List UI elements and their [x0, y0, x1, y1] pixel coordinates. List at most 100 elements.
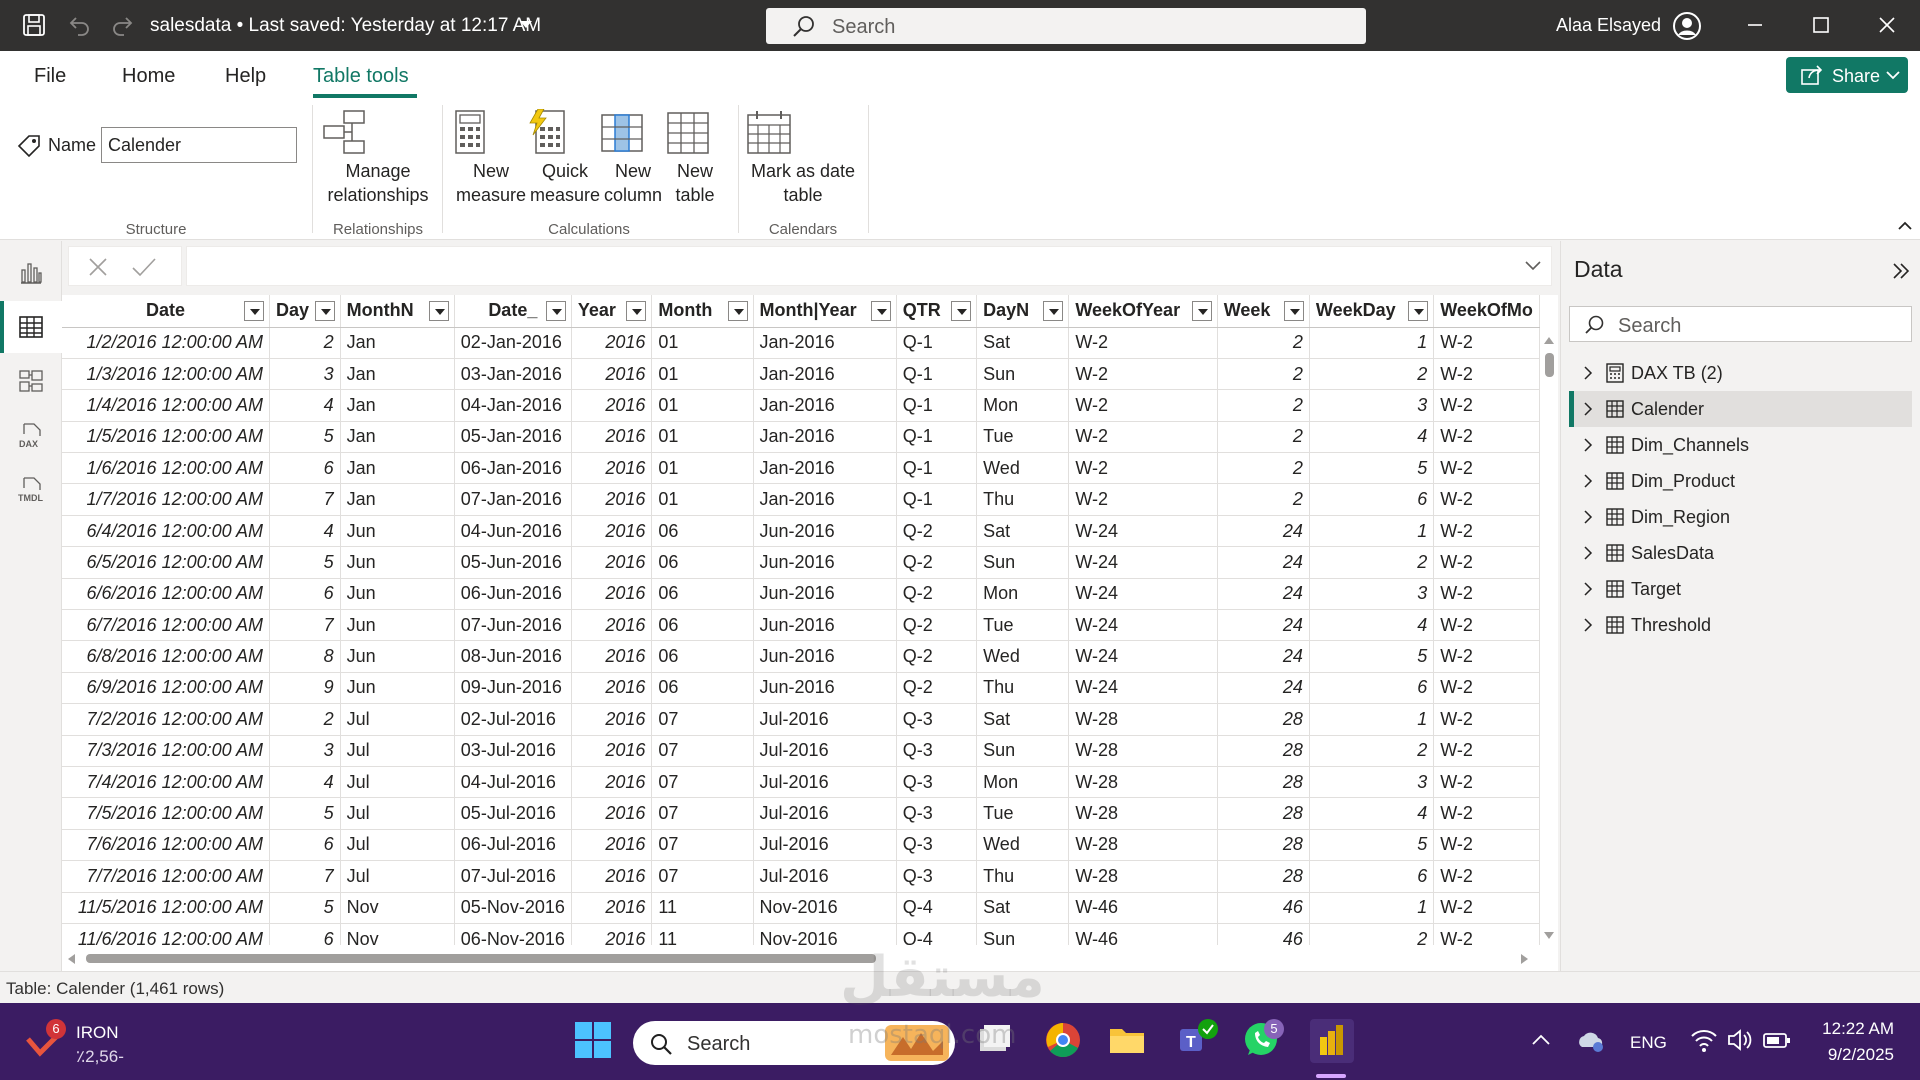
table-cell[interactable]: 1/3/2016 12:00:00 AM [62, 358, 270, 391]
table-cell[interactable]: 1 [1309, 327, 1435, 359]
table-cell[interactable]: 1/6/2016 12:00:00 AM [62, 452, 270, 485]
table-cell[interactable]: Jul [340, 797, 455, 830]
table-cell[interactable]: Jan [340, 421, 455, 454]
table-cell[interactable]: Jun-2016 [753, 515, 897, 548]
column-filter-dropdown-icon[interactable] [314, 301, 335, 321]
table-cell[interactable]: Thu [976, 860, 1070, 893]
table-cell[interactable]: Jan [340, 358, 455, 391]
table-cell[interactable]: 2016 [571, 703, 653, 736]
table-cell[interactable]: 7/3/2016 12:00:00 AM [62, 735, 270, 767]
table-row[interactable]: 6/7/2016 12:00:00 AM 7 Jun 07-Jun-2016 2016 0… [62, 609, 1540, 642]
chevron-right-icon[interactable] [1583, 510, 1593, 524]
table-cell[interactable]: Jul [340, 766, 455, 799]
table-cell[interactable]: 6 [269, 829, 341, 862]
table-cell[interactable]: Q-1 [896, 327, 978, 359]
table-cell[interactable]: Sat [976, 327, 1070, 359]
table-row[interactable]: 6/9/2016 12:00:00 AM 9 Jun 09-Jun-2016 2016 0… [62, 672, 1540, 705]
chevron-right-icon[interactable] [1583, 618, 1593, 632]
table-cell[interactable]: W-24 [1068, 546, 1218, 579]
user-name[interactable]: Alaa Elsayed [1556, 15, 1661, 36]
table-cell[interactable]: W-2 [1433, 578, 1540, 611]
table-cell[interactable]: W-24 [1068, 515, 1218, 548]
table-cell[interactable]: W-24 [1068, 640, 1218, 673]
table-cell[interactable]: Wed [976, 640, 1070, 673]
table-cell[interactable]: 06-Jan-2016 [454, 452, 572, 485]
table-cell[interactable]: 28 [1217, 766, 1310, 799]
table-cell[interactable]: 01 [651, 483, 754, 516]
table-cell[interactable]: Jun [340, 640, 455, 673]
table-row[interactable]: 7/3/2016 12:00:00 AM 3 Jul 03-Jul-2016 2016 0… [62, 735, 1540, 767]
table-cell[interactable]: 2 [1217, 389, 1310, 422]
table-cell[interactable]: 2016 [571, 640, 653, 673]
table-cell[interactable]: 4 [269, 766, 341, 799]
table-cell[interactable]: 1/2/2016 12:00:00 AM [62, 327, 270, 359]
language-indicator[interactable]: ENG [1630, 1033, 1667, 1053]
table-tree-item[interactable]: Calender [1569, 391, 1912, 427]
table-cell[interactable]: Jan-2016 [753, 483, 897, 516]
file-explorer-icon[interactable] [1108, 1021, 1148, 1061]
tmdl-view-button[interactable]: TMDL [0, 463, 62, 515]
powerbi-icon[interactable] [1310, 1019, 1354, 1063]
table-cell[interactable]: 11/5/2016 12:00:00 AM [62, 892, 270, 924]
table-cell[interactable]: Q-2 [896, 515, 978, 548]
table-cell[interactable]: 6/5/2016 12:00:00 AM [62, 546, 270, 579]
table-cell[interactable]: Sat [976, 892, 1070, 924]
table-cell[interactable]: 4 [1309, 421, 1435, 454]
table-tree-item[interactable]: Dim_Product [1569, 463, 1912, 499]
table-cell[interactable]: 2 [1217, 483, 1310, 516]
table-cell[interactable]: W-2 [1068, 421, 1218, 454]
column-header[interactable]: Month [651, 295, 754, 328]
formula-input[interactable] [186, 246, 1552, 286]
column-header[interactable]: Day [269, 295, 341, 328]
column-filter-dropdown-icon[interactable] [1191, 301, 1212, 321]
table-cell[interactable]: 2016 [571, 389, 653, 422]
table-cell[interactable]: 01 [651, 452, 754, 485]
table-cell[interactable]: 2016 [571, 735, 653, 767]
share-button[interactable]: Share [1786, 57, 1908, 93]
table-cell[interactable]: 03-Jan-2016 [454, 358, 572, 391]
table-cell[interactable]: Jul-2016 [753, 829, 897, 862]
table-cell[interactable]: 06 [651, 578, 754, 611]
table-cell[interactable]: Jan-2016 [753, 389, 897, 422]
table-cell[interactable]: 1 [1309, 703, 1435, 736]
column-header[interactable]: DayN [976, 295, 1070, 328]
table-cell[interactable]: 2 [1309, 546, 1435, 579]
column-filter-dropdown-icon[interactable] [1283, 301, 1304, 321]
new-table-button[interactable]: New table [666, 109, 724, 207]
table-cell[interactable]: 2016 [571, 327, 653, 359]
table-cell[interactable]: 2016 [571, 766, 653, 799]
scroll-up-icon[interactable] [1543, 335, 1555, 345]
wifi-icon[interactable] [1690, 1027, 1730, 1067]
table-cell[interactable]: 6 [1309, 672, 1435, 705]
table-cell[interactable]: Nov [340, 923, 455, 945]
table-cell[interactable]: Sun [976, 735, 1070, 767]
table-row[interactable]: 7/4/2016 12:00:00 AM 4 Jul 04-Jul-2016 2016 0… [62, 766, 1540, 799]
table-cell[interactable]: W-2 [1433, 892, 1540, 924]
table-cell[interactable]: 2016 [571, 515, 653, 548]
table-cell[interactable]: Q-2 [896, 672, 978, 705]
save-icon[interactable] [22, 13, 46, 37]
table-cell[interactable]: Nov-2016 [753, 923, 897, 945]
table-cell[interactable]: Jun [340, 578, 455, 611]
column-filter-dropdown-icon[interactable] [545, 301, 566, 321]
table-tree-item[interactable]: Target [1569, 571, 1912, 607]
table-cell[interactable]: W-28 [1068, 766, 1218, 799]
dax-query-view-button[interactable]: DAX [0, 409, 62, 461]
collapse-pane-icon[interactable] [1891, 261, 1911, 281]
table-cell[interactable]: 01 [651, 358, 754, 391]
onedrive-icon[interactable] [1576, 1027, 1616, 1067]
table-cell[interactable]: 2 [269, 327, 341, 359]
table-cell[interactable]: Q-3 [896, 766, 978, 799]
table-cell[interactable]: Wed [976, 829, 1070, 862]
table-cell[interactable]: W-2 [1433, 421, 1540, 454]
table-cell[interactable]: 2016 [571, 609, 653, 642]
vertical-scrollbar[interactable] [1540, 295, 1558, 945]
table-cell[interactable]: 07 [651, 860, 754, 893]
table-tree-item[interactable]: Dim_Channels [1569, 427, 1912, 463]
table-cell[interactable]: 6 [269, 578, 341, 611]
clock-time[interactable]: 12:22 AM [1814, 1019, 1894, 1039]
table-cell[interactable]: Mon [976, 578, 1070, 611]
table-cell[interactable]: 2 [1217, 358, 1310, 391]
table-cell[interactable]: 7/4/2016 12:00:00 AM [62, 766, 270, 799]
column-header[interactable]: WeekOfMo [1433, 295, 1540, 328]
